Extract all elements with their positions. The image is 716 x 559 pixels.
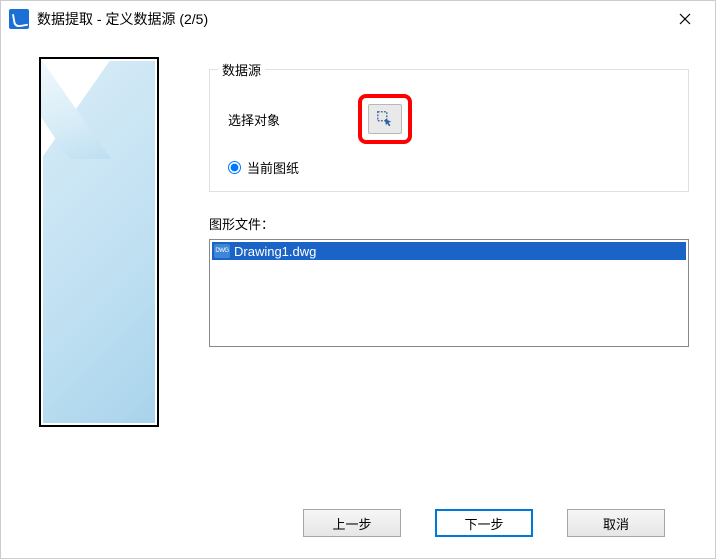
main-content: 数据源 选择对象 当前图纸 [169,57,689,488]
dialog-body: 数据源 选择对象 当前图纸 [1,37,715,488]
file-name: Drawing1.dwg [234,244,316,259]
window-title: 数据提取 - 定义数据源 (2/5) [37,9,665,29]
back-button[interactable]: 上一步 [303,509,401,537]
back-button-label: 上一步 [332,514,371,533]
data-source-legend: 数据源 [218,60,265,79]
drawing-files-label: 图形文件： [209,214,689,233]
highlight-annotation [358,94,412,144]
dialog-footer: 上一步 下一步 取消 [1,488,715,558]
close-icon [679,13,691,25]
page-curl-icon [41,59,111,159]
cancel-button[interactable]: 取消 [567,509,665,537]
drawing-files-list[interactable]: Drawing1.dwg [209,239,689,347]
dialog-window: 数据提取 - 定义数据源 (2/5) 数据源 [0,0,716,559]
wizard-thumbnail [39,57,159,427]
next-button[interactable]: 下一步 [435,509,533,537]
current-drawing-option[interactable]: 当前图纸 [228,158,670,177]
dwg-file-icon [214,244,230,258]
select-objects-button[interactable] [368,104,402,134]
cancel-button-label: 取消 [603,514,629,533]
data-source-group: 数据源 选择对象 当前图纸 [209,69,689,192]
wizard-side-panel [39,57,169,488]
current-drawing-label: 当前图纸 [247,158,299,177]
select-objects-icon [376,110,394,128]
current-drawing-radio[interactable] [228,161,241,174]
close-button[interactable] [665,4,705,34]
titlebar: 数据提取 - 定义数据源 (2/5) [1,1,715,37]
select-objects-label: 选择对象 [228,110,358,129]
list-item[interactable]: Drawing1.dwg [212,242,686,260]
select-objects-row: 选择对象 [228,94,670,144]
app-icon [9,9,29,29]
next-button-label: 下一步 [464,514,503,533]
